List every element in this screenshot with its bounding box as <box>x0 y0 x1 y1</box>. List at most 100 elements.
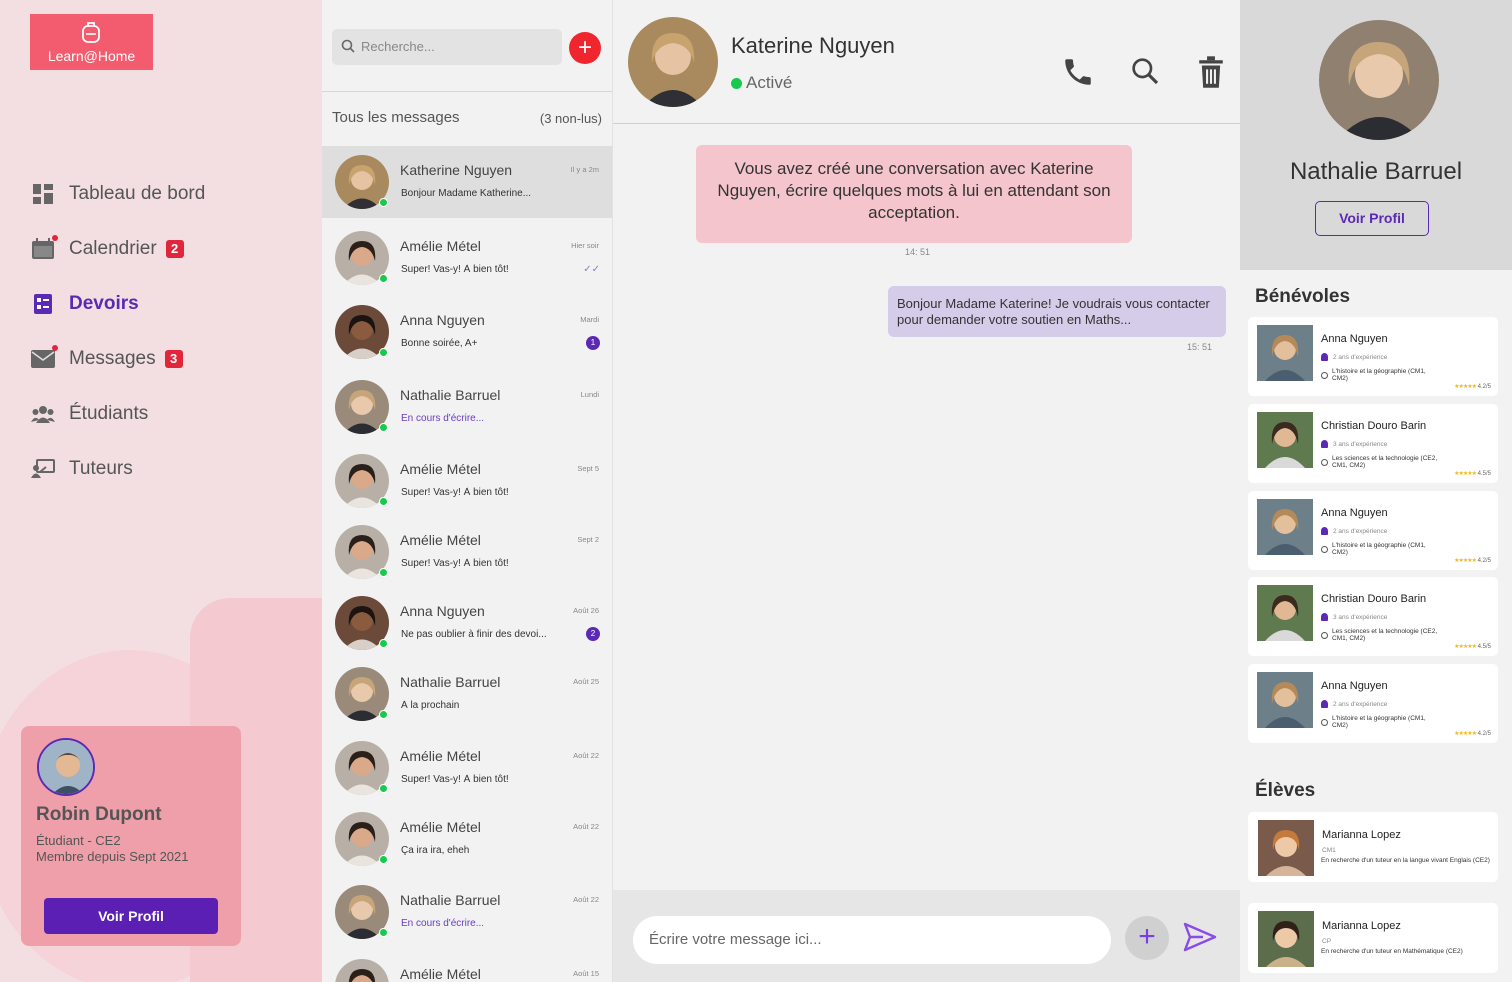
message-placeholder: Écrire votre message ici... <box>649 931 822 948</box>
subject-text: Les sciences et la technologie (CE2, CM1… <box>1332 455 1438 469</box>
tutors-icon <box>30 456 56 482</box>
stars-icon: ★★★★★ <box>1454 471 1477 477</box>
conversation-time: Août 22 <box>573 895 599 904</box>
conversation-item[interactable]: Amélie Métel Super! Vas-y! À bien tôt! Sep… <box>322 516 612 588</box>
conversation-item[interactable]: Amélie Métel Super! Vas-y! À bien tôt! Sep… <box>322 445 612 517</box>
send-icon[interactable] <box>1183 922 1217 957</box>
volunteer-name: Christian Douro Barin <box>1321 593 1427 605</box>
panel-avatar <box>1319 20 1439 140</box>
subject-text: L'histoire et la géographie (CM1, CM2) <box>1332 542 1426 556</box>
search-placeholder: Recherche... <box>361 39 435 54</box>
logo[interactable]: Learn@Home <box>30 14 153 70</box>
volunteer-name: Anna Nguyen <box>1321 333 1388 345</box>
conversation-item[interactable]: Katherine Nguyen Bonjour Madame Katherine… <box>322 146 612 218</box>
volunteer-experience: 2 ans d'expérience <box>1321 700 1387 708</box>
chat-panel: Katerine Nguyen Activé Vous avez créé un… <box>612 0 1241 982</box>
search-icon <box>341 39 355 53</box>
panel-contact-name: Nathalie Barruel <box>1289 158 1463 185</box>
rating-text: 4.2/5 <box>1477 384 1491 390</box>
attach-button[interactable]: + <box>1125 916 1169 960</box>
view-profile-button[interactable]: Voir Profil <box>44 898 218 934</box>
nav-label: Tuteurs <box>69 457 133 479</box>
rating-text: 4.5/5 <box>1477 644 1491 650</box>
conversation-time: Hier soir <box>571 241 599 250</box>
conversation-time: Lundi <box>580 390 599 399</box>
conversation-preview: Ne pas oublier à finir des devoi... <box>401 629 547 640</box>
list-header: Tous les messages (3 non-lus) <box>322 91 612 126</box>
volunteer-rating: ★★★★★ 4.5/5 <box>1454 643 1491 650</box>
student-grade: CP <box>1322 938 1332 945</box>
new-conversation-button[interactable]: + <box>569 32 601 64</box>
volunteer-experience: 3 ans d'expérience <box>1321 613 1387 621</box>
conversation-item[interactable]: Nathalie Barruel En cours d'écrire... Lund… <box>322 371 612 443</box>
volunteer-photo <box>1257 499 1313 555</box>
contact-avatar[interactable] <box>628 17 718 107</box>
volunteer-card[interactable]: Anna Nguyen 2 ans d'expérience L'histoire … <box>1248 664 1498 743</box>
search-icon[interactable] <box>1129 55 1161 92</box>
conversation-item[interactable]: Amélie Métel Super! Vas-y! À bien tôt! Aoû… <box>322 732 612 804</box>
message-timestamp: 14: 51 <box>905 247 931 257</box>
conversation-name: Anna Nguyen <box>400 312 485 328</box>
conversation-item[interactable]: Anna Nguyen Ne pas oublier à finir des de… <box>322 587 612 659</box>
volunteer-card[interactable]: Christian Douro Barin 3 ans d'expérience L… <box>1248 404 1498 483</box>
conversation-name: Anna Nguyen <box>400 603 485 619</box>
nav-label: Messages <box>69 347 156 369</box>
volunteer-name: Christian Douro Barin <box>1321 420 1427 432</box>
nav-item-calendar[interactable]: Calendrier 2 <box>30 221 310 276</box>
clock-icon <box>1321 371 1328 379</box>
award-icon <box>1321 440 1328 448</box>
student-grade: CM1 <box>1322 847 1336 854</box>
conversation-item[interactable]: Nathalie Barruel À la prochain Août 25 <box>322 658 612 730</box>
panel-view-profile-button[interactable]: Voir Profil <box>1315 201 1429 236</box>
conversation-preview: Super! Vas-y! À bien tôt! <box>401 487 509 498</box>
main-nav: Tableau de bord Calendrier 2 Devoirs Mes… <box>30 166 310 496</box>
phone-icon[interactable] <box>1061 55 1095 94</box>
clock-icon <box>1321 545 1328 553</box>
stars-icon: ★★★★★ <box>1454 644 1477 650</box>
experience-text: 2 ans d'expérience <box>1333 353 1388 361</box>
conversation-name: Amélie Métel <box>400 238 481 254</box>
trash-icon[interactable] <box>1195 55 1227 94</box>
volunteer-card[interactable]: Christian Douro Barin 3 ans d'expérience L… <box>1248 577 1498 656</box>
conversation-name: Amélie Métel <box>400 532 481 548</box>
student-card[interactable]: Marianna Lopez CP En recherche d'un tuteur… <box>1248 903 1498 973</box>
online-indicator <box>379 423 388 432</box>
conversation-time: Août 15 <box>573 969 599 978</box>
conversation-item[interactable]: Nathalie Barruel En cours d'écrire... Août… <box>322 876 612 948</box>
conversation-preview: Super! Vas-y! À bien tôt! <box>401 774 509 785</box>
conversation-preview: Super! Vas-y! À bien tôt! <box>401 264 509 275</box>
nav-item-dashboard[interactable]: Tableau de bord <box>30 166 310 221</box>
message-input[interactable]: Écrire votre message ici... <box>633 916 1111 964</box>
online-indicator <box>379 710 388 719</box>
volunteer-photo <box>1257 672 1313 728</box>
volunteer-subject: L'histoire et la géographie (CM1, CM2) <box>1321 715 1441 729</box>
student-request: En recherche d'un tuteur en Mathématique… <box>1321 948 1463 955</box>
conversation-item[interactable]: Amélie Métel Août 15 <box>322 950 612 982</box>
student-card[interactable]: Marianna Lopez CM1 En recherche d'un tuteu… <box>1248 812 1498 882</box>
rating-text: 4.2/5 <box>1477 558 1491 564</box>
nav-item-messages[interactable]: Messages 3 <box>30 331 310 386</box>
search-input[interactable]: Recherche... <box>332 29 562 65</box>
online-indicator <box>379 568 388 577</box>
volunteer-photo <box>1257 585 1313 641</box>
nav-item-tutors[interactable]: Tuteurs <box>30 441 310 496</box>
stars-icon: ★★★★★ <box>1454 384 1477 390</box>
nav-label: Devoirs <box>69 292 139 314</box>
conversation-preview: En cours d'écrire... <box>401 413 485 424</box>
conversation-item[interactable]: Amélie Métel Super! Vas-y! À bien tôt! Hie… <box>322 222 612 294</box>
contact-name: Katerine Nguyen <box>731 33 895 58</box>
nav-item-students[interactable]: Étudiants <box>30 386 310 441</box>
user-since: Membre depuis Sept 2021 <box>36 849 189 864</box>
outgoing-message: Bonjour Madame Katerine! Je voudrais vou… <box>888 286 1226 337</box>
volunteer-card[interactable]: Anna Nguyen 2 ans d'expérience L'histoire … <box>1248 317 1498 396</box>
volunteer-name: Anna Nguyen <box>1321 680 1388 692</box>
volunteer-card[interactable]: Anna Nguyen 2 ans d'expérience L'histoire … <box>1248 491 1498 570</box>
nav-item-homework[interactable]: Devoirs <box>30 276 310 331</box>
conversation-preview: Super! Vas-y! À bien tôt! <box>401 558 509 569</box>
conversation-item[interactable]: Anna Nguyen Bonne soirée, A+ Mardi 1 <box>322 296 612 368</box>
conversation-item[interactable]: Amélie Métel Ça ira ira, eheh Août 22 <box>322 803 612 875</box>
student-photo <box>1258 911 1314 967</box>
unread-badge: 1 <box>586 336 600 350</box>
nav-label: Étudiants <box>69 402 149 424</box>
conversation-preview: À la prochain <box>401 700 460 711</box>
